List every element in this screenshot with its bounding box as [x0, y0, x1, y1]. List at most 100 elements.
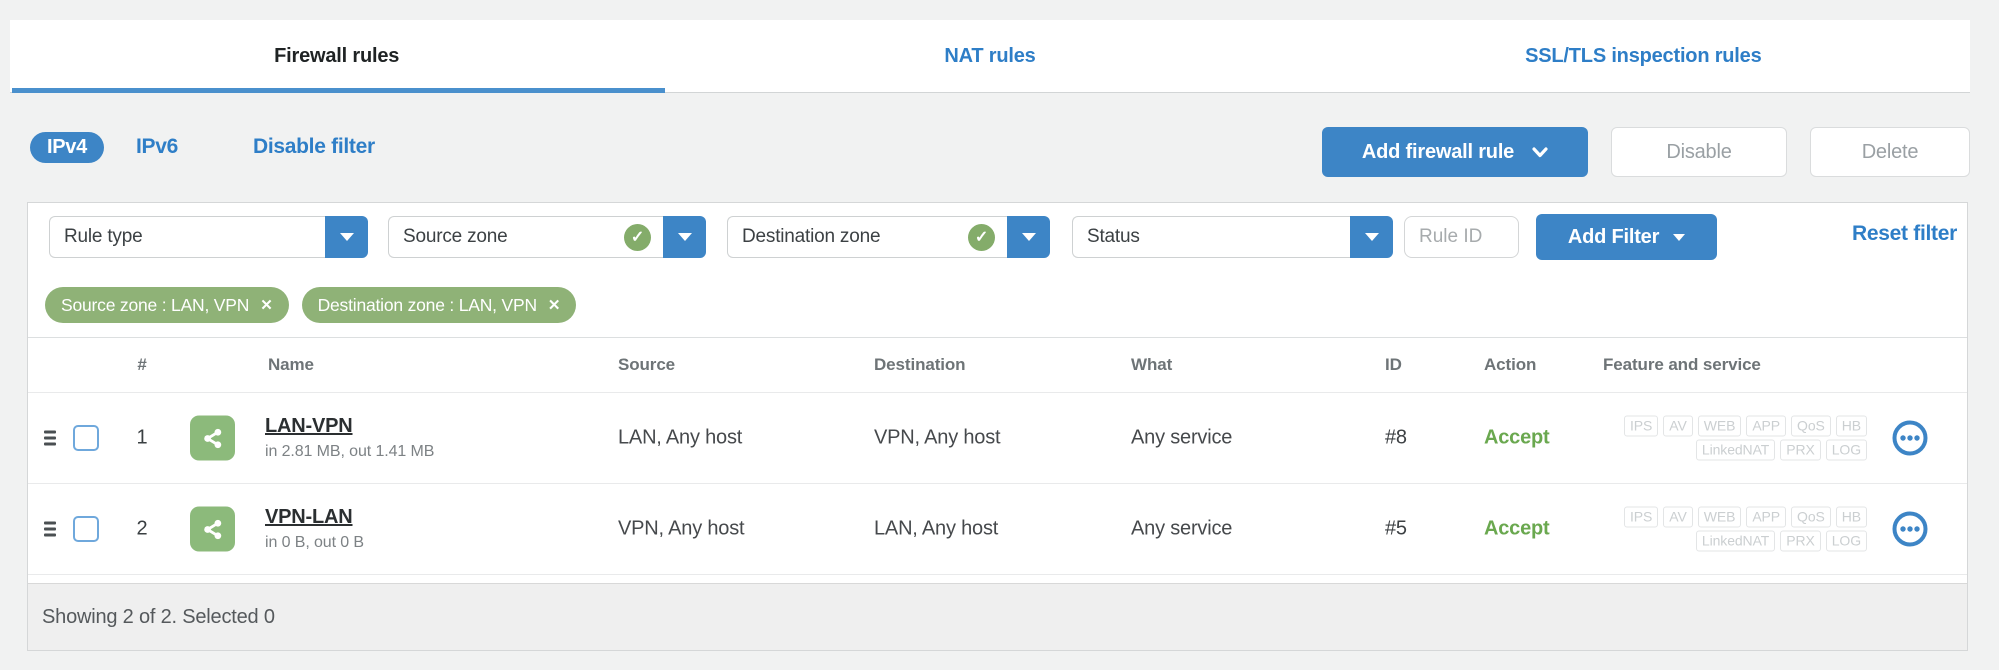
chip-label: Destination zone : LAN, VPN — [317, 294, 538, 315]
filter-chip-source-zone: Source zone : LAN, VPN ✕ — [45, 287, 289, 323]
feature-badge: HB — [1835, 415, 1867, 437]
chevron-down-icon — [1532, 146, 1548, 157]
close-icon[interactable]: ✕ — [548, 298, 561, 313]
table-header: # Name Source Destination What ID Action… — [28, 337, 1967, 393]
header-what: What — [1131, 355, 1173, 374]
feature-badge: IPS — [1624, 506, 1659, 528]
feature-badge: QoS — [1791, 415, 1831, 437]
ipv6-toggle[interactable]: IPv6 — [136, 135, 178, 159]
filter-dropdown-status[interactable]: Status — [1072, 216, 1393, 258]
chip-label: Source zone : LAN, VPN — [61, 294, 250, 315]
filter-chip-destination-zone: Destination zone : LAN, VPN ✕ — [301, 287, 577, 323]
tab-label: SSL/TLS inspection rules — [1525, 44, 1762, 67]
cell-id: #8 — [1385, 426, 1407, 449]
tab-firewall-rules[interactable]: Firewall rules — [10, 20, 663, 92]
dropdown-label: Rule type — [64, 226, 143, 247]
drag-handle[interactable] — [44, 521, 56, 537]
dropdown-value: Destination zone ✓ — [727, 216, 1007, 258]
feature-badge: WEB — [1697, 415, 1742, 437]
dropdown-button — [325, 216, 368, 258]
cell-action: Accept — [1484, 517, 1550, 540]
cell-source: VPN, Any host — [618, 517, 745, 540]
disable-filter-link[interactable]: Disable filter — [253, 135, 375, 159]
cell-what: Any service — [1131, 517, 1233, 540]
ellipsis-circle-icon — [1892, 420, 1928, 456]
add-firewall-rule-button[interactable]: Add firewall rule — [1322, 127, 1588, 177]
tab-ssl-tls-inspection-rules[interactable]: SSL/TLS inspection rules — [1317, 20, 1970, 92]
ipv4-toggle[interactable]: IPv4 — [30, 132, 104, 163]
dropdown-button — [663, 216, 706, 258]
share-icon — [190, 506, 235, 552]
header-source: Source — [618, 355, 676, 374]
add-filter-label: Add Filter — [1567, 225, 1660, 248]
tab-bar: Firewall rules NAT rules SSL/TLS inspect… — [10, 20, 1970, 93]
cell-id: #5 — [1385, 517, 1407, 540]
table-spacer — [28, 575, 1967, 583]
check-circle-icon: ✓ — [624, 223, 651, 251]
cell-action: Accept — [1484, 426, 1550, 449]
add-firewall-rule-label: Add firewall rule — [1361, 140, 1515, 163]
tab-nat-rules[interactable]: NAT rules — [663, 20, 1316, 92]
dropdown-button — [1350, 216, 1393, 258]
header-index: # — [137, 355, 147, 374]
more-actions-button[interactable] — [1892, 420, 1928, 456]
feature-badge: QoS — [1791, 506, 1831, 528]
feature-badge: LOG — [1825, 530, 1867, 552]
dropdown-value: Rule type — [49, 216, 325, 258]
feature-badge: PRX — [1780, 530, 1821, 552]
feature-badges: IPS AV WEB APP QoS HB LinkedNAT PRX LOG — [1624, 506, 1867, 552]
row-index: 1 — [136, 426, 148, 449]
showing-count-text: Showing 2 of 2. Selected 0 — [42, 605, 275, 628]
row-checkbox[interactable] — [73, 425, 99, 451]
cell-destination: LAN, Any host — [874, 517, 999, 540]
cell-what: Any service — [1131, 426, 1233, 449]
cell-source: LAN, Any host — [618, 426, 743, 449]
dropdown-label: Status — [1087, 226, 1140, 247]
row-index: 2 — [136, 517, 148, 540]
ellipsis-circle-icon — [1892, 511, 1928, 547]
actions-row: IPv4 IPv6 Disable filter Add firewall ru… — [0, 127, 1999, 177]
reset-filter-link[interactable]: Reset filter — [1852, 222, 1957, 246]
table-footer: Showing 2 of 2. Selected 0 — [28, 583, 1967, 650]
chevron-down-icon — [1673, 233, 1686, 241]
feature-badge: PRX — [1780, 439, 1821, 461]
feature-badge: LinkedNAT — [1695, 439, 1776, 461]
header-name: Name — [268, 355, 314, 374]
rule-traffic: in 0 B, out 0 B — [265, 534, 365, 551]
dropdown-label: Source zone — [403, 226, 508, 247]
feature-badge: APP — [1746, 415, 1787, 437]
feature-badge: AV — [1663, 415, 1693, 437]
dropdown-value: Status — [1072, 216, 1350, 258]
row-checkbox[interactable] — [73, 516, 99, 542]
dropdown-button — [1007, 216, 1050, 258]
filter-dropdown-rule-type[interactable]: Rule type — [49, 216, 368, 258]
rule-id-input[interactable] — [1404, 216, 1519, 258]
share-icon — [190, 415, 235, 461]
add-filter-button[interactable]: Add Filter — [1536, 214, 1717, 260]
filter-dropdown-destination-zone[interactable]: Destination zone ✓ — [727, 216, 1050, 258]
table-row: 1 LAN-VPN in 2.81 MB, out 1.41 MB LAN, A… — [28, 393, 1967, 484]
chevron-down-icon — [339, 233, 354, 241]
close-icon[interactable]: ✕ — [260, 298, 273, 313]
feature-badges: IPS AV WEB APP QoS HB LinkedNAT PRX LOG — [1624, 415, 1867, 461]
drag-handle[interactable] — [44, 430, 56, 446]
filter-chips-row: Source zone : LAN, VPN ✕ Destination zon… — [28, 271, 1967, 337]
chevron-down-icon — [677, 233, 692, 241]
active-tab-indicator — [12, 88, 666, 93]
filter-dropdown-source-zone[interactable]: Source zone ✓ — [388, 216, 706, 258]
more-actions-button[interactable] — [1892, 511, 1928, 547]
rule-name-block: VPN-LAN in 0 B, out 0 B — [265, 506, 364, 552]
chevron-down-icon — [1364, 233, 1379, 241]
feature-badge: APP — [1746, 506, 1787, 528]
feature-badge: AV — [1663, 506, 1693, 528]
header-destination: Destination — [874, 355, 966, 374]
feature-badge: WEB — [1697, 506, 1742, 528]
dropdown-value: Source zone ✓ — [388, 216, 663, 258]
rule-name-link[interactable]: VPN-LAN — [265, 506, 353, 529]
rule-name-link[interactable]: LAN-VPN — [265, 415, 353, 438]
feature-badge: HB — [1835, 506, 1867, 528]
delete-button[interactable]: Delete — [1810, 127, 1970, 177]
disable-button[interactable]: Disable — [1611, 127, 1787, 177]
dropdown-label: Destination zone — [742, 226, 881, 247]
feature-badge: LinkedNAT — [1695, 530, 1776, 552]
